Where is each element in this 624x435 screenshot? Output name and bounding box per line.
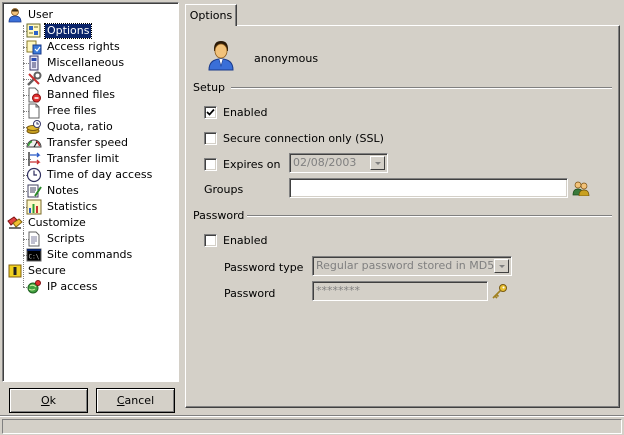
tree-item-access-rights[interactable]: Access rights bbox=[26, 39, 122, 55]
password-heading: Password bbox=[193, 209, 245, 222]
password-input[interactable]: ******** bbox=[312, 281, 488, 301]
tree-item-label: Access rights bbox=[47, 40, 120, 53]
setup-enabled-checkbox[interactable] bbox=[204, 106, 217, 119]
tree-item-label: IP access bbox=[47, 280, 98, 293]
svg-text:C:\: C:\ bbox=[29, 254, 40, 261]
tree-item-transfer-speed[interactable]: Transfer speed bbox=[26, 135, 130, 151]
tree-item-banned-files[interactable]: Banned files bbox=[26, 87, 117, 103]
groups-input[interactable] bbox=[289, 178, 568, 198]
password-divider bbox=[247, 215, 612, 217]
tree-item-ip-access[interactable]: IP access bbox=[26, 279, 99, 295]
ok-button[interactable]: Ok bbox=[9, 388, 88, 413]
setup-heading: Setup bbox=[193, 81, 226, 94]
options-panel: anonymous Setup Enabled Secure connectio… bbox=[185, 25, 620, 408]
tree-item-label: Site commands bbox=[47, 248, 133, 261]
cancel-button-label: ancel bbox=[124, 394, 155, 407]
password-type-value: Regular password stored in MD5 bbox=[316, 259, 495, 272]
tree-item-options[interactable]: Options bbox=[26, 23, 93, 39]
tree-connector bbox=[23, 233, 24, 255]
tree-item-label: Notes bbox=[47, 184, 79, 197]
advanced-tools-icon bbox=[26, 71, 42, 87]
password-label: Password bbox=[224, 287, 276, 300]
tree-item-quota-ratio[interactable]: Quota, ratio bbox=[26, 119, 115, 135]
tree-item-label: Customize bbox=[28, 216, 86, 229]
tab-label: Options bbox=[189, 9, 233, 22]
settings-tree[interactable]: User Options Access rights Miscellaneous… bbox=[2, 2, 179, 382]
tree-item-label: Banned files bbox=[47, 88, 115, 101]
tree-item-label: Miscellaneous bbox=[47, 56, 125, 69]
console-icon: C:\ bbox=[26, 247, 42, 263]
tree-item-transfer-limit[interactable]: Transfer limit bbox=[26, 151, 121, 167]
tree-item-label: Transfer limit bbox=[47, 152, 119, 165]
quota-icon bbox=[26, 119, 42, 135]
setup-divider bbox=[231, 87, 612, 89]
secure-only-checkbox[interactable] bbox=[204, 132, 217, 145]
password-type-select[interactable]: Regular password stored in MD5 bbox=[312, 256, 512, 276]
key-icon[interactable] bbox=[491, 283, 509, 302]
tab-options[interactable]: Options bbox=[185, 4, 237, 26]
tree-item-site-commands[interactable]: C:\ Site commands bbox=[26, 247, 134, 263]
tree-item-label: Options bbox=[43, 23, 93, 39]
free-files-icon bbox=[26, 103, 42, 119]
speedometer-icon bbox=[26, 135, 42, 151]
tree-item-secure[interactable]: Secure bbox=[7, 263, 68, 279]
tree-item-label: Quota, ratio bbox=[47, 120, 113, 133]
statistics-icon bbox=[26, 199, 42, 215]
transfer-limit-icon bbox=[26, 151, 42, 167]
tree-item-label: User bbox=[28, 8, 54, 21]
user-avatar-icon bbox=[206, 39, 236, 74]
miscellaneous-icon bbox=[26, 55, 42, 71]
tree-item-time-of-day-access[interactable]: Time of day access bbox=[26, 167, 154, 183]
tree-item-miscellaneous[interactable]: Miscellaneous bbox=[26, 55, 126, 71]
expires-date-value: 02/08/2003 bbox=[293, 156, 357, 169]
tree-item-customize[interactable]: Customize bbox=[7, 215, 88, 231]
expires-date-picker[interactable]: 02/08/2003 bbox=[289, 153, 388, 173]
ok-button-accel: O bbox=[40, 394, 50, 407]
scripts-icon bbox=[26, 231, 42, 247]
chevron-down-icon[interactable] bbox=[370, 156, 385, 170]
tree-item-label: Free files bbox=[47, 104, 97, 117]
groups-label: Groups bbox=[204, 183, 244, 196]
secure-only-label[interactable]: Secure connection only (SSL) bbox=[223, 132, 384, 145]
user-name: anonymous bbox=[254, 52, 319, 65]
clock-icon bbox=[26, 167, 42, 183]
user-icon bbox=[7, 7, 23, 23]
tree-item-advanced[interactable]: Advanced bbox=[26, 71, 103, 87]
expires-label[interactable]: Expires on bbox=[223, 158, 280, 171]
tree-item-free-files[interactable]: Free files bbox=[26, 103, 98, 119]
password-value: ******** bbox=[316, 284, 360, 297]
expires-checkbox[interactable] bbox=[204, 158, 217, 171]
tree-item-label: Scripts bbox=[47, 232, 85, 245]
tree-item-label: Time of day access bbox=[47, 168, 153, 181]
tree-item-statistics[interactable]: Statistics bbox=[26, 199, 99, 215]
tree-item-label: Secure bbox=[28, 264, 66, 277]
password-enabled-checkbox[interactable] bbox=[204, 234, 217, 247]
password-enabled-label[interactable]: Enabled bbox=[223, 234, 267, 247]
tree-item-label: Transfer speed bbox=[47, 136, 128, 149]
ip-access-icon bbox=[26, 279, 42, 295]
cancel-button-accel: C bbox=[116, 394, 125, 407]
ok-button-label: k bbox=[49, 394, 57, 407]
notes-icon bbox=[26, 183, 42, 199]
check-icon bbox=[206, 108, 215, 116]
secure-icon bbox=[7, 263, 23, 279]
options-icon bbox=[26, 23, 42, 39]
setup-enabled-label[interactable]: Enabled bbox=[223, 106, 267, 119]
customize-icon bbox=[7, 215, 23, 231]
status-bar-cell bbox=[2, 419, 622, 434]
tree-item-notes[interactable]: Notes bbox=[26, 183, 81, 199]
banned-files-icon bbox=[26, 87, 42, 103]
tree-item-label: Advanced bbox=[47, 72, 102, 85]
access-rights-icon bbox=[26, 39, 42, 55]
groups-icon[interactable] bbox=[572, 180, 590, 199]
tree-item-scripts[interactable]: Scripts bbox=[26, 231, 87, 247]
tree-item-user[interactable]: User bbox=[7, 7, 55, 23]
tree-item-label: Statistics bbox=[47, 200, 98, 213]
chevron-down-icon[interactable] bbox=[494, 259, 509, 273]
password-type-label: Password type bbox=[224, 261, 304, 274]
cancel-button[interactable]: Cancel bbox=[96, 388, 175, 413]
status-bar bbox=[0, 415, 624, 435]
